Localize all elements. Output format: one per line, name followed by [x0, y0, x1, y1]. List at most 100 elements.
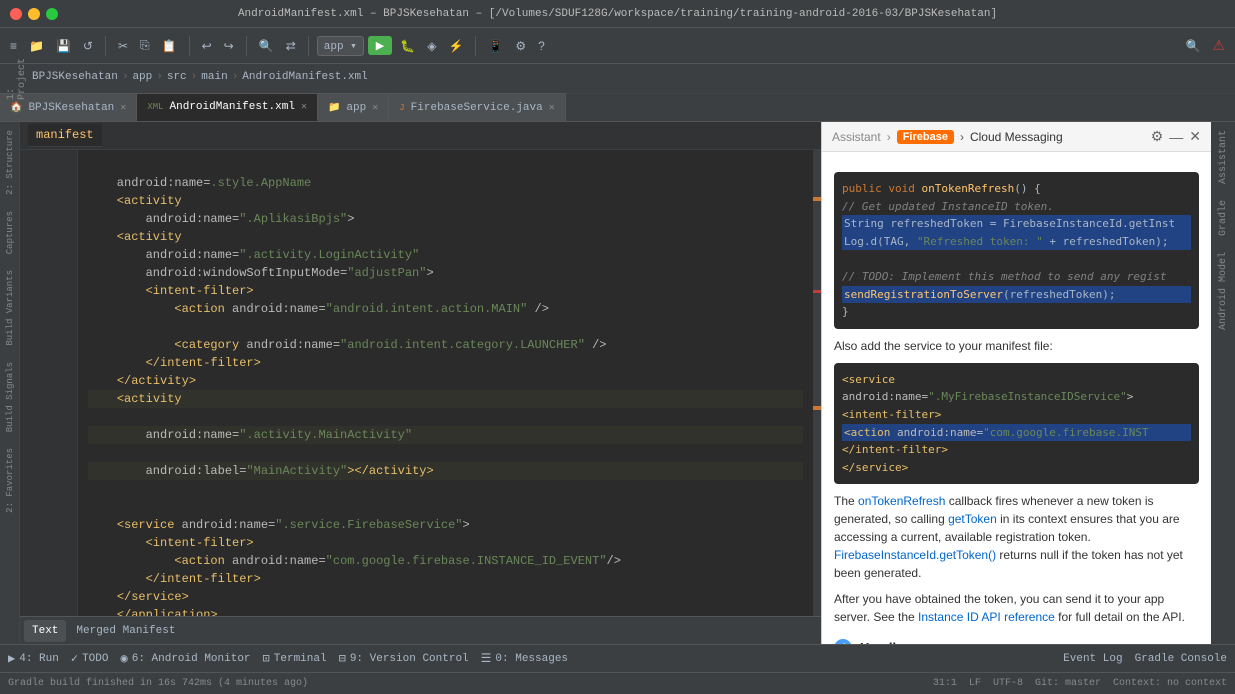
project-tab[interactable]: 1: Project: [4, 56, 30, 102]
toolbar-replace-btn[interactable]: ⇄: [282, 37, 300, 55]
toolbar-sync-btn[interactable]: ↺: [79, 37, 97, 55]
monitor-icon: ◉: [120, 651, 127, 666]
event-log-btn[interactable]: Event Log: [1063, 653, 1122, 665]
toolbar-open-btn[interactable]: 📁: [25, 37, 48, 55]
sdk-button[interactable]: ⚙: [511, 37, 530, 55]
toolbar-menu-btn[interactable]: ≡: [6, 37, 21, 55]
android-monitor-btn[interactable]: ◉ 6: Android Monitor: [120, 651, 250, 666]
toolbar-copy-btn[interactable]: ⎘: [136, 36, 154, 55]
window-title: AndroidManifest.xml – BPJSKesehatan – [/…: [238, 8, 997, 20]
close-button[interactable]: [10, 8, 22, 20]
also-text: Also add the service to your manifest fi…: [834, 337, 1199, 355]
scroll-marker-warning2: [813, 406, 821, 410]
assistant-content[interactable]: public void onTokenRefresh() { // Get up…: [822, 152, 1211, 644]
android-model-sidebar-label[interactable]: Android Model: [1214, 244, 1233, 338]
version-control-btn[interactable]: ⊟ 9: Version Control: [339, 651, 469, 666]
help-button[interactable]: ?: [534, 37, 549, 55]
tab-text[interactable]: Text: [24, 620, 66, 642]
todo-panel-btn[interactable]: ✓ TODO: [71, 651, 109, 666]
link-instance-id-api[interactable]: Instance ID API reference: [918, 610, 1055, 624]
toolbar-redo-btn[interactable]: ↪: [220, 37, 238, 55]
run-label: 4: Run: [19, 653, 59, 665]
coverage-button[interactable]: ◈: [423, 37, 440, 55]
assistant-close-btn[interactable]: ✕: [1189, 128, 1201, 145]
tab-close-btn[interactable]: ✕: [372, 102, 378, 114]
tab-app[interactable]: 📁 app ✕: [318, 93, 389, 121]
assistant-header: Assistant › Firebase › Cloud Messaging ⚙…: [822, 122, 1211, 152]
tab-close-btn[interactable]: ✕: [120, 102, 126, 114]
assistant-minimize-btn[interactable]: —: [1169, 129, 1183, 145]
gradle-sidebar-label[interactable]: Gradle: [1214, 192, 1233, 244]
minimize-button[interactable]: [28, 8, 40, 20]
terminal-btn[interactable]: ⊡ Terminal: [263, 651, 327, 666]
cursor-position[interactable]: 31:1: [933, 678, 957, 689]
toolbar-save-btn[interactable]: 💾: [52, 37, 75, 55]
firebase-badge: Firebase: [897, 130, 954, 144]
profile-button[interactable]: ⚡: [444, 37, 467, 55]
status-right: 31:1 LF UTF-8 Git: master Context: no co…: [933, 678, 1227, 689]
assistant-sidebar-label[interactable]: Assistant: [1214, 122, 1233, 192]
captures-panel-label[interactable]: Captures: [3, 203, 17, 262]
run-panel-btn[interactable]: ▶ 4: Run: [8, 651, 59, 666]
event-log-label: Event Log: [1063, 653, 1122, 665]
build-variants-label[interactable]: Build Variants: [3, 262, 17, 354]
build-signals-label[interactable]: Build Signals: [3, 354, 17, 440]
tab-androidmanifest[interactable]: XML AndroidManifest.xml ✕: [137, 93, 318, 121]
code-content[interactable]: android:name=.style.AppName <activity an…: [78, 150, 813, 616]
run-button[interactable]: ▶: [368, 36, 392, 55]
breadcrumb-root[interactable]: BPJSKesehatan: [32, 71, 118, 83]
toolbar-find-btn[interactable]: 🔍: [255, 37, 278, 55]
todo-icon: ✓: [71, 651, 78, 666]
run-config-selector[interactable]: app ▾: [317, 36, 364, 56]
maximize-button[interactable]: [46, 8, 58, 20]
toolbar-paste-btn[interactable]: 📋: [158, 37, 181, 55]
scroll-marker-warning: [813, 197, 821, 201]
code-block-2: <service android:name=".MyFirebaseInstan…: [834, 363, 1199, 485]
search-everywhere-btn[interactable]: 🔍: [1181, 37, 1204, 55]
link-onTokenRefresh[interactable]: onTokenRefresh: [858, 494, 945, 508]
breadcrumb-src[interactable]: src: [167, 71, 187, 83]
line-ending[interactable]: LF: [969, 678, 981, 689]
breadcrumb-file[interactable]: AndroidManifest.xml: [242, 71, 367, 83]
run-icon: ▶: [8, 651, 15, 666]
assistant-settings-btn[interactable]: ⚙: [1151, 128, 1164, 145]
toolbar-sep-5: [475, 36, 476, 56]
tab-merged-manifest[interactable]: Merged Manifest: [68, 620, 183, 642]
java-icon: J: [399, 103, 404, 113]
favorites-label[interactable]: 2: Favorites: [3, 440, 17, 521]
tab-label: AndroidManifest.xml: [170, 101, 295, 113]
encoding[interactable]: UTF-8: [993, 678, 1023, 689]
messages-btn[interactable]: ☰ 0: Messages: [481, 651, 568, 666]
toolbar-sep-4: [308, 36, 309, 56]
breadcrumb-main[interactable]: main: [201, 71, 227, 83]
right-sidebar: Assistant Gradle Android Model: [1211, 122, 1235, 644]
link-getTokenMethod[interactable]: FirebaseInstanceId.getToken(): [834, 548, 996, 562]
git-branch[interactable]: Git: master: [1035, 678, 1101, 689]
structure-panel-label[interactable]: 2: Structure: [3, 122, 17, 203]
tab-label: BPJSKesehatan: [28, 102, 114, 114]
toolbar-sep-3: [246, 36, 247, 56]
tab-close-btn[interactable]: ✕: [549, 102, 555, 114]
toolbar: ≡ 📁 💾 ↺ ✂ ⎘ 📋 ↩ ↪ 🔍 ⇄ app ▾ ▶ 🐛 ◈ ⚡ 📱 ⚙ …: [0, 28, 1235, 64]
folder-icon: 🏠: [10, 102, 22, 114]
code-editor[interactable]: android:name=.style.AppName <activity an…: [20, 150, 821, 616]
debug-button[interactable]: 🐛: [396, 37, 419, 55]
tab-label: app: [346, 102, 366, 114]
build-message[interactable]: Gradle build finished in 16s 742ms (4 mi…: [8, 678, 308, 689]
paragraph-2: After you have obtained the token, you c…: [834, 590, 1199, 626]
gradle-console-btn[interactable]: Gradle Console: [1135, 653, 1227, 665]
folder-icon: 📁: [328, 102, 340, 114]
gradle-console-label: Gradle Console: [1135, 653, 1227, 665]
toolbar-undo-btn[interactable]: ↩: [198, 37, 216, 55]
avd-button[interactable]: 📱: [484, 37, 507, 55]
link-getToken[interactable]: getToken: [948, 512, 997, 526]
monitor-label: 6: Android Monitor: [132, 653, 251, 665]
tab-firebaseservice[interactable]: J FirebaseService.java ✕: [389, 93, 565, 121]
toolbar-cut-btn[interactable]: ✂: [114, 37, 132, 55]
tab-close-btn[interactable]: ✕: [301, 101, 307, 113]
context-info[interactable]: Context: no context: [1113, 678, 1227, 689]
settings-btn[interactable]: ⚠: [1208, 35, 1229, 56]
breadcrumb-app[interactable]: app: [132, 71, 152, 83]
paragraph-1: The onTokenRefresh callback fires whenev…: [834, 492, 1199, 582]
tab-label: FirebaseService.java: [411, 102, 543, 114]
